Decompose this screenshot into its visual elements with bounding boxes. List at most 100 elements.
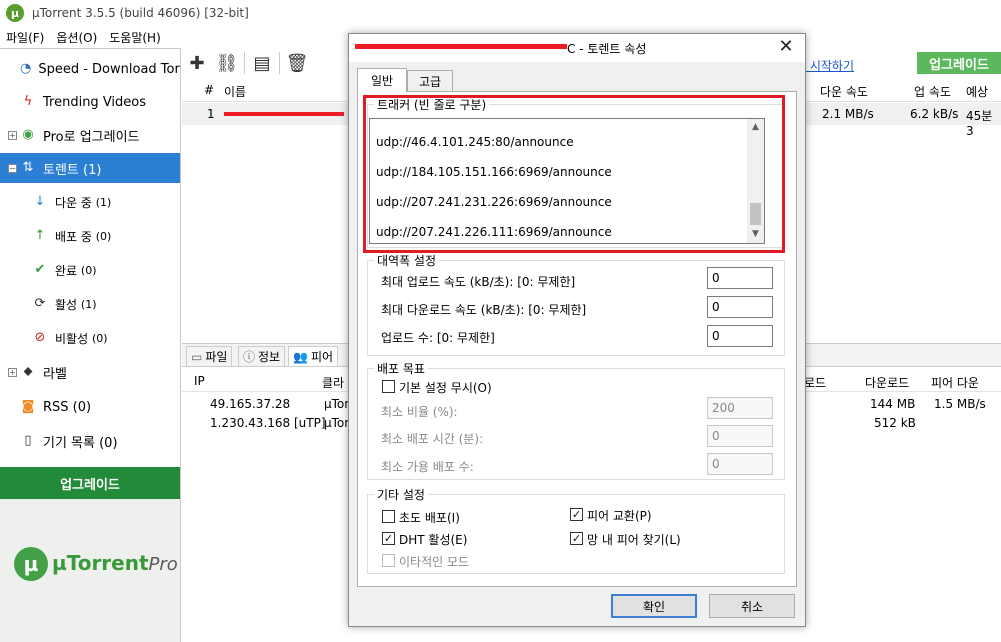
col-client[interactable]: 클라 <box>322 374 344 391</box>
cancel-button[interactable]: 취소 <box>709 594 795 618</box>
col-ip[interactable]: IP <box>194 374 205 388</box>
min-seeds-input[interactable] <box>707 453 773 475</box>
peer-exchange-checkbox[interactable]: ✓ <box>570 508 583 521</box>
sidebar: ◔ Speed - Download Torre ϟ Trending Vide… <box>0 48 181 642</box>
delete-icon[interactable]: 🗑 <box>282 50 312 76</box>
upload-slots-input[interactable] <box>707 325 773 347</box>
tab-advanced[interactable]: 고급 <box>407 70 453 92</box>
toolbar-upgrade-button[interactable]: 업그레이드 <box>917 52 1001 74</box>
rss-icon: ◙ <box>21 399 35 414</box>
main-titlebar: µ µTorrent 3.5.5 (build 46096) [32-bit] <box>0 0 1001 26</box>
menu-options[interactable]: 옵션(O) <box>50 29 103 46</box>
info-icon: ⓘ <box>243 350 256 364</box>
tab-peers[interactable]: 👥 피어 <box>288 346 339 366</box>
redaction-mark <box>224 112 344 116</box>
pro-promo[interactable]: µ µTorrentPro <box>0 499 180 642</box>
tracker-textarea[interactable]: udp://46.4.101.245:80/announce udp://184… <box>369 118 765 244</box>
speedometer-icon: ◔ <box>20 61 32 76</box>
close-icon[interactable]: ✕ <box>775 37 797 59</box>
scroll-up-icon[interactable]: ▲ <box>747 119 764 136</box>
tracker-legend: 트래커 (빈 줄로 구분) <box>377 98 487 112</box>
sidebar-item-rss[interactable]: ◙ RSS (0) <box>0 392 180 422</box>
override-checkbox[interactable] <box>382 380 395 393</box>
up-arrow-icon: ↑ <box>34 228 46 243</box>
tracker-scrollbar[interactable]: ▲ ▼ <box>747 119 764 243</box>
tracker-line: udp://46.4.101.245:80/announce <box>376 135 574 149</box>
dht-label: DHT 활성(E) <box>399 533 468 547</box>
max-download-input[interactable] <box>707 296 773 318</box>
tab-general[interactable]: 일반 <box>357 68 407 92</box>
col-down-speed[interactable]: 다운 속도 <box>820 83 868 100</box>
tab-files[interactable]: ▭ 파일 <box>186 346 233 366</box>
min-ratio-input[interactable] <box>707 397 773 419</box>
refresh-icon: ⟳ <box>34 296 46 311</box>
tag-icon: ⬥ <box>23 364 33 379</box>
max-download-label: 최대 다운로드 속도 (kB/초): [0: 무제한] <box>381 303 587 317</box>
dialog-title: C - 토렌트 속성 <box>567 42 647 56</box>
dialog-titlebar: C - 토렌트 속성 ✕ <box>349 34 805 62</box>
ok-button[interactable]: 확인 <box>611 594 697 618</box>
folder-icon: ▭ <box>191 349 203 364</box>
sidebar-item-pro[interactable]: + ◉ Pro로 업그레이드 <box>0 120 180 150</box>
collapse-icon[interactable]: − <box>8 163 17 173</box>
min-seeds-label: 최소 가용 배포 수: <box>381 460 474 474</box>
sidebar-item-downloading[interactable]: ↓ 다운 중 (1) <box>0 187 180 217</box>
tracker-line: udp://207.241.226.111:6969/announce <box>376 225 612 239</box>
sidebar-item-torrents[interactable]: − ⇅ 토렌트 (1) <box>0 153 180 183</box>
redaction-mark <box>355 44 567 49</box>
dialog-tabs: 일반 고급 <box>357 68 797 92</box>
col-download[interactable]: 로드 <box>804 374 826 391</box>
col-up-speed[interactable]: 업 속도 <box>914 83 951 100</box>
bandwidth-legend: 대역폭 설정 <box>377 254 437 268</box>
device-icon: ▯ <box>24 433 32 448</box>
local-peer-checkbox[interactable]: ✓ <box>570 532 583 545</box>
scroll-thumb[interactable] <box>750 203 761 225</box>
tracker-line: udp://184.105.151.166:6969/announce <box>376 165 612 179</box>
scroll-down-icon[interactable]: ▼ <box>747 226 764 243</box>
sidebar-item-labels[interactable]: + ⬥ 라벨 <box>0 357 180 387</box>
tracker-line: udp://207.241.231.226:6969/announce <box>376 195 612 209</box>
seeding-legend: 배포 목표 <box>377 362 425 376</box>
col-downloaded[interactable]: 다운로드 <box>865 374 909 391</box>
expand-icon[interactable]: + <box>8 367 17 377</box>
col-name[interactable]: 이름 <box>224 83 246 100</box>
sidebar-item-devices[interactable]: ▯ 기기 목록 (0) <box>0 426 180 456</box>
min-time-label: 최소 배포 시간 (분): <box>381 432 484 446</box>
max-upload-input[interactable] <box>707 267 773 289</box>
menu-help[interactable]: 도움말(H) <box>103 29 167 46</box>
menu-file[interactable]: 파일(F) <box>0 29 50 46</box>
add-link-icon[interactable]: ⛓ <box>212 50 242 76</box>
check-icon: ✔ <box>34 262 46 277</box>
utorrent-pro-logo-icon: µ <box>14 547 48 581</box>
lightning-icon: ϟ <box>23 94 33 109</box>
col-peer-down[interactable]: 피어 다운 <box>931 374 979 391</box>
add-torrent-icon[interactable]: ✚ <box>182 50 212 76</box>
sidebar-item-seeding[interactable]: ↑ 배포 중 (0) <box>0 221 180 251</box>
override-label: 기본 설정 무시(O) <box>399 381 492 395</box>
col-num[interactable]: # <box>204 83 214 97</box>
sidebar-item-completed[interactable]: ✔ 완료 (0) <box>0 255 180 285</box>
initial-seeding-checkbox[interactable] <box>382 510 395 523</box>
exclusive-mode-label: 이타적인 모드 <box>399 555 470 569</box>
down-arrow-icon: ↓ <box>34 194 46 209</box>
sidebar-item-active[interactable]: ⟳ 활성 (1) <box>0 289 180 319</box>
create-torrent-icon[interactable]: ▤ <box>247 50 277 76</box>
min-time-input[interactable] <box>707 425 773 447</box>
inactive-icon: ⊘ <box>34 330 46 345</box>
sidebar-upgrade-button[interactable]: 업그레이드 <box>0 467 180 499</box>
sidebar-item-trending[interactable]: ϟ Trending Videos <box>0 87 180 117</box>
torrent-icon: ⇅ <box>22 160 34 175</box>
dht-checkbox[interactable]: ✓ <box>382 532 395 545</box>
local-peer-label: 망 내 피어 찾기(L) <box>587 533 681 547</box>
exclusive-mode-checkbox[interactable] <box>382 554 395 567</box>
initial-seeding-label: 초도 배포(I) <box>399 511 460 525</box>
sidebar-item-speed[interactable]: ◔ Speed - Download Torre <box>0 54 180 84</box>
pro-logo-text: µTorrentPro <box>52 551 178 575</box>
window-title: µTorrent 3.5.5 (build 46096) [32-bit] <box>32 6 249 20</box>
expand-icon[interactable]: + <box>8 130 17 140</box>
peers-icon: 👥 <box>293 349 308 364</box>
tab-info[interactable]: ⓘ 정보 <box>238 346 286 366</box>
sidebar-item-inactive[interactable]: ⊘ 비활성 (0) <box>0 323 180 353</box>
peer-exchange-label: 피어 교환(P) <box>587 509 652 523</box>
min-ratio-label: 최소 비율 (%): <box>381 405 458 419</box>
